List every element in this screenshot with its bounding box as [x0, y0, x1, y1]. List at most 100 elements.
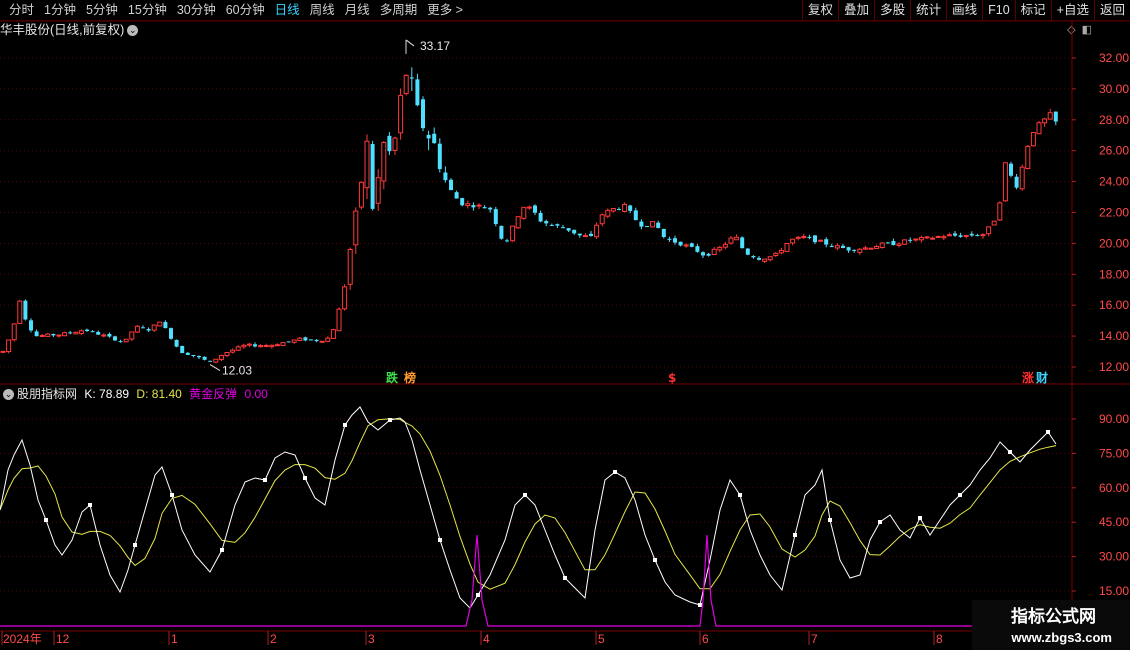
candle-body-up: [398, 94, 404, 134]
candle-body-up: [336, 308, 342, 332]
candle-body-down: [185, 352, 190, 355]
candle-body-up: [129, 331, 135, 340]
candle-body-down: [656, 222, 661, 229]
candle-body-up: [230, 349, 236, 353]
candle-body-up: [297, 337, 303, 341]
date-label: 5: [598, 632, 605, 646]
candle-body-down: [421, 99, 425, 129]
candle-body-up: [991, 220, 997, 226]
signal-square: [170, 493, 174, 497]
price-tick-label: 22.00: [1099, 206, 1129, 220]
candle-body-up: [801, 236, 807, 239]
candle-body-up: [896, 243, 902, 246]
candle-body-down: [437, 143, 442, 170]
candle-body-up: [930, 237, 936, 240]
candle-body-up: [683, 244, 689, 247]
candle-body-up: [599, 214, 605, 225]
candle-body-up: [924, 236, 930, 239]
candle-body-up: [605, 209, 611, 217]
candle-body-down: [141, 327, 145, 329]
candle-body-down: [505, 240, 509, 242]
candle-body-up: [269, 344, 275, 348]
candle-body-down: [426, 134, 431, 139]
candle-body-up: [818, 239, 824, 242]
price-tick-label: 12.00: [1099, 360, 1129, 374]
candle-body-down: [555, 224, 560, 226]
candle-body-down: [409, 77, 414, 79]
candle-body-up: [342, 286, 348, 310]
d-line: [0, 418, 1057, 590]
price-tick-label: 32.00: [1099, 51, 1129, 65]
candle-body-down: [118, 341, 123, 343]
price-tick-label: 20.00: [1099, 236, 1129, 250]
candle-body-up: [319, 340, 325, 343]
candle-body-up: [358, 181, 364, 208]
candle-body-down: [633, 210, 638, 221]
signal-square: [44, 518, 48, 522]
signal-square: [698, 603, 702, 607]
indicator-tick-label: 30.00: [1099, 550, 1129, 564]
candle-body-up: [795, 236, 801, 239]
signal-square: [1008, 450, 1012, 454]
candle-body-down: [303, 337, 308, 341]
candle-body-up: [717, 246, 723, 251]
signal-square: [653, 558, 657, 562]
indicator-tick-label: 45.00: [1099, 515, 1129, 529]
candle-body-down: [757, 257, 761, 260]
candle-body-down: [387, 135, 392, 152]
chevron-down-icon[interactable]: ⌄: [3, 389, 14, 401]
candle-body-down: [740, 237, 745, 249]
candle-body-down: [891, 241, 896, 246]
candle-body-up: [868, 247, 874, 250]
price-tick-label: 14.00: [1099, 329, 1129, 343]
candle-body-up: [986, 226, 992, 235]
candle-body-down: [432, 133, 437, 144]
candle-body-up: [73, 331, 79, 335]
candle-body-up: [213, 358, 219, 363]
candle-body-up: [728, 237, 734, 244]
candle-body-down: [701, 252, 705, 256]
candle-body-up: [857, 248, 863, 253]
signal-square: [263, 478, 267, 482]
signal-square: [133, 543, 137, 547]
event-marker: 涨: [1022, 370, 1034, 385]
candle-body-down: [68, 332, 73, 334]
signal-square: [523, 493, 527, 497]
candle-body-up: [963, 234, 969, 237]
signal-square: [958, 493, 962, 497]
candle-body-up: [465, 203, 471, 207]
price-tick-label: 28.00: [1099, 113, 1129, 127]
candle-body-up: [935, 235, 941, 238]
candle-body-down: [885, 242, 890, 244]
candle-body-down: [639, 221, 644, 227]
candle-body-down: [208, 360, 213, 362]
candle-body-up: [0, 350, 6, 353]
signal-square: [738, 493, 742, 497]
candle-body-up: [874, 245, 880, 250]
candle-body-up: [997, 202, 1003, 221]
candle-body-down: [561, 227, 565, 229]
candle-body-down: [846, 247, 851, 251]
chart-canvas[interactable]: 32.0030.0028.0026.0024.0022.0020.0018.00…: [0, 0, 1130, 650]
signal-square: [343, 423, 347, 427]
candle-body-up: [62, 332, 68, 337]
candle-body-up: [622, 203, 628, 213]
candle-body-up: [862, 247, 868, 250]
candle-body-up: [347, 249, 353, 285]
d-value: 81.40: [151, 387, 182, 401]
candle-body-down: [146, 328, 151, 331]
candle-body-up: [291, 339, 297, 343]
candle-body-down: [566, 228, 571, 231]
candle-body-down: [415, 79, 420, 106]
candle-body-up: [274, 344, 280, 347]
candle-body-up: [157, 321, 163, 327]
candle-body-down: [969, 233, 974, 236]
candle-body-down: [113, 336, 117, 341]
price-tick-label: 18.00: [1099, 267, 1129, 281]
candle-body-down: [174, 339, 179, 347]
price-tick-label: 26.00: [1099, 144, 1129, 158]
candle-body-up: [1019, 166, 1025, 190]
candle-body-up: [280, 342, 286, 346]
k-line: [0, 406, 1057, 609]
candle-body-up: [476, 204, 482, 207]
